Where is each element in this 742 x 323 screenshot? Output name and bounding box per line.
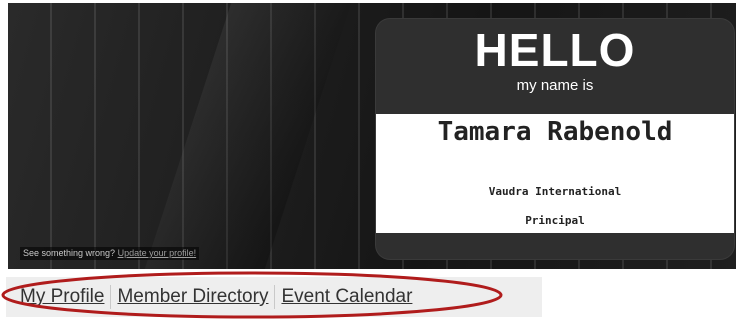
badge-greeting: HELLO	[474, 24, 636, 76]
profile-notice: See something wrong? Update your profile…	[20, 247, 200, 260]
nav-link-my-profile[interactable]: My Profile	[20, 286, 104, 308]
banner-fabric-fold	[144, 3, 352, 269]
badge-subtitle: my name is	[516, 77, 594, 94]
badge-company: Vaudra International	[488, 185, 622, 198]
profile-banner: HELLO my name is Tamara Rabenold Vaudra …	[8, 3, 736, 269]
nav-separator	[110, 285, 112, 309]
badge-member-name: Tamara Rabenold	[437, 117, 673, 147]
badge-job-title: Principal	[525, 214, 585, 227]
update-profile-link[interactable]: Update your profile!	[118, 248, 197, 258]
profile-page: HELLO my name is Tamara Rabenold Vaudra …	[0, 0, 742, 323]
name-badge: HELLO my name is Tamara Rabenold Vaudra …	[376, 19, 734, 259]
profile-nav-bar: My Profile Member Directory Event Calend…	[6, 277, 542, 317]
nav-separator	[274, 285, 276, 309]
nav-link-member-directory[interactable]: Member Directory	[117, 286, 268, 308]
nav-link-event-calendar[interactable]: Event Calendar	[281, 286, 412, 308]
profile-notice-text: See something wrong?	[23, 248, 116, 258]
profile-nav-links: My Profile Member Directory Event Calend…	[20, 285, 412, 309]
